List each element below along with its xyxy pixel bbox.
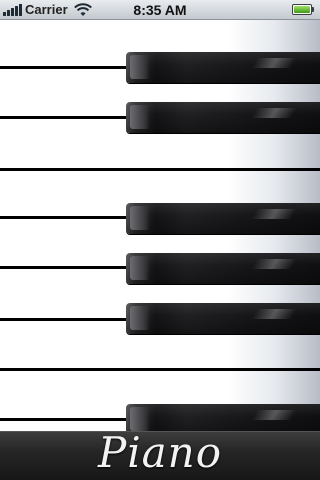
app-title: Piano: [97, 428, 223, 477]
key-gloss: [251, 259, 297, 269]
black-key[interactable]: [126, 102, 320, 133]
piano-keyboard[interactable]: [0, 20, 320, 431]
key-gloss: [251, 309, 297, 319]
status-bar: Carrier 8:35 AM: [0, 0, 320, 20]
white-key[interactable]: [0, 20, 126, 66]
key-gloss: [251, 108, 297, 118]
key-gloss: [251, 58, 297, 68]
black-key[interactable]: [126, 253, 320, 284]
black-key[interactable]: [126, 404, 320, 431]
key-highlight: [130, 206, 150, 230]
black-key[interactable]: [126, 203, 320, 234]
key-highlight: [130, 256, 150, 280]
white-key[interactable]: [0, 219, 126, 266]
white-key-divider: [0, 418, 126, 421]
key-highlight: [130, 105, 150, 129]
key-highlight: [130, 55, 150, 79]
battery-level: [294, 6, 310, 13]
black-key[interactable]: [126, 52, 320, 83]
white-key[interactable]: [0, 69, 126, 116]
battery-icon: [292, 4, 316, 16]
status-time: 8:35 AM: [133, 2, 187, 18]
white-key[interactable]: [0, 269, 126, 318]
key-gloss: [251, 209, 297, 219]
key-gloss: [251, 410, 297, 420]
black-key[interactable]: [126, 303, 320, 334]
title-bar: Piano: [0, 428, 320, 480]
key-highlight: [130, 306, 150, 330]
